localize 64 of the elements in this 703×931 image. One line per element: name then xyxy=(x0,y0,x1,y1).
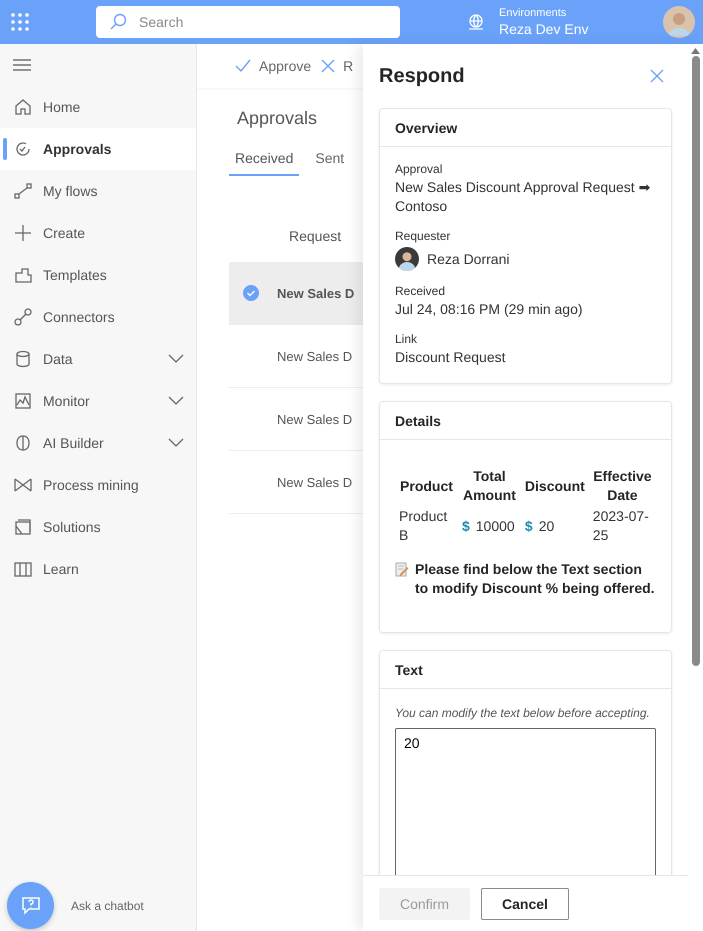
nav-item[interactable]: Monitor xyxy=(0,380,196,422)
request-text: New Sales D xyxy=(277,286,354,300)
nav-item[interactable]: Templates xyxy=(0,254,196,296)
currency-symbol: $ xyxy=(462,518,470,534)
nav-label: Create xyxy=(43,225,86,241)
nav-label: Approvals xyxy=(43,141,112,157)
page-title: Approvals xyxy=(237,108,318,128)
column-header: Total Amount xyxy=(462,467,517,505)
nav-item[interactable]: My flows xyxy=(0,170,196,212)
column-header: Effective Date xyxy=(592,467,653,505)
column-header: Product xyxy=(399,476,454,496)
environments-label: Environments xyxy=(499,6,568,20)
nav-item[interactable]: Data xyxy=(0,338,196,380)
text-input[interactable]: 20 xyxy=(395,728,656,875)
field-value: Jul 24, 08:16 PM (29 min ago) xyxy=(395,300,584,319)
amount-text: 10000 xyxy=(476,518,515,534)
field-value: New Sales Discount Approval Request ➡ Contoso xyxy=(395,178,652,216)
amount-text: 20 xyxy=(538,518,554,534)
nav-item[interactable]: AI Builder xyxy=(0,422,196,464)
tab[interactable]: Sent xyxy=(309,150,350,176)
toolbar-button[interactable]: Approve xyxy=(235,58,312,74)
nav-label: Connectors xyxy=(43,309,116,325)
field-label: Approval xyxy=(395,162,444,176)
field-label: Received xyxy=(395,284,446,298)
column-header[interactable]: Request xyxy=(289,228,363,250)
nav-label: AI Builder xyxy=(43,435,105,451)
tab[interactable]: Received xyxy=(229,150,300,176)
chatbot-label: Ask a chatbot xyxy=(71,898,144,912)
requester-name: Reza Dorrani xyxy=(427,250,510,268)
cancel-button[interactable]: Cancel xyxy=(481,888,569,920)
card-heading: Text xyxy=(380,651,671,689)
nav-item[interactable]: Connectors xyxy=(0,296,196,338)
currency-symbol: $ xyxy=(524,518,533,534)
search-field[interactable]: Search xyxy=(96,6,400,38)
request-text: New Sales D xyxy=(277,412,352,426)
nav-item[interactable]: Home xyxy=(0,86,196,128)
column-header: Discount xyxy=(524,476,586,496)
hint-text: You can modify the text below before accepting. xyxy=(395,705,651,722)
field-value: Discount Request xyxy=(395,348,507,367)
table-cell-text: 2023-07-25 xyxy=(592,507,650,545)
nav-label: Solutions xyxy=(43,519,102,535)
panel-title: Respond xyxy=(379,64,465,88)
field-label: Requester xyxy=(395,229,452,243)
nav-label: Monitor xyxy=(43,393,91,409)
request-text: New Sales D xyxy=(277,348,352,364)
card-heading: Details xyxy=(380,402,671,440)
toolbar-button[interactable]: R xyxy=(321,58,354,74)
nav-item[interactable]: Process mining xyxy=(0,464,196,506)
nav-item[interactable]: Solutions xyxy=(0,506,196,548)
nav-item[interactable]: Create xyxy=(0,212,196,254)
table-cell-text: Product B xyxy=(398,507,448,545)
card-heading: Overview xyxy=(380,109,671,147)
nav-label: My flows xyxy=(43,183,98,199)
nav-label: Data xyxy=(43,351,74,367)
field-label: Link xyxy=(395,332,418,346)
nav-label: Templates xyxy=(43,267,108,283)
nav-item[interactable]: Learn xyxy=(0,548,196,590)
nav-label: Learn xyxy=(43,561,80,577)
nav-item[interactable]: Approvals xyxy=(0,128,196,170)
request-row[interactable]: New Sales D xyxy=(229,262,363,325)
request-text: New Sales D xyxy=(277,474,352,490)
nav-label: Home xyxy=(43,99,82,115)
nav-label: Process mining xyxy=(43,477,140,493)
note-text: Please find below the Text section to modify Discount % being offered. xyxy=(415,560,656,598)
